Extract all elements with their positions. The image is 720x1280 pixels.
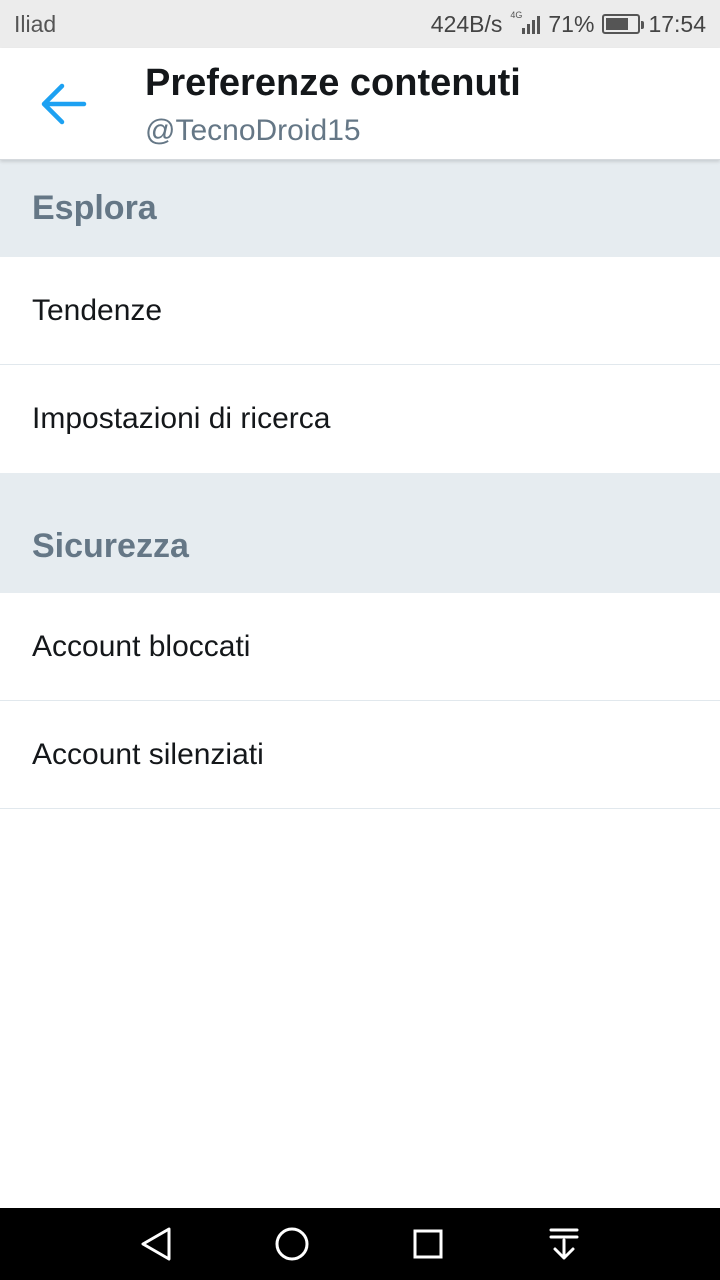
arrow-left-icon xyxy=(41,83,87,125)
status-bar: Iliad 424B/s 4G 71% 17:54 xyxy=(0,0,720,48)
signal-icon: 4G xyxy=(510,10,541,34)
list-item-account-silenziati[interactable]: Account silenziati xyxy=(0,701,720,809)
section-header-sicurezza: Sicurezza xyxy=(0,473,720,593)
list-item-account-bloccati[interactable]: Account bloccati xyxy=(0,593,720,701)
battery-percent: 71% xyxy=(548,10,595,37)
navigation-bar xyxy=(0,1208,720,1280)
status-right: 424B/s 4G 71% 17:54 xyxy=(431,11,706,38)
nav-notifications-button[interactable] xyxy=(544,1224,584,1264)
nav-recents-button[interactable] xyxy=(408,1224,448,1264)
network-type: 4G xyxy=(510,10,523,20)
triangle-back-icon xyxy=(141,1227,171,1261)
nav-back-button[interactable] xyxy=(136,1224,176,1264)
circle-home-icon xyxy=(275,1227,309,1261)
section-header-esplora: Esplora xyxy=(0,160,720,257)
network-speed: 424B/s xyxy=(430,10,503,37)
battery-icon xyxy=(602,14,645,34)
app-header: Preferenze contenuti @TecnoDroid15 xyxy=(0,48,720,160)
back-button[interactable] xyxy=(26,74,102,134)
page-title: Preferenze contenuti xyxy=(145,62,521,104)
settings-list: Esplora Tendenze Impostazioni di ricerca… xyxy=(0,160,720,809)
account-handle: @TecnoDroid15 xyxy=(145,114,361,147)
carrier-label: Iliad xyxy=(14,10,57,37)
list-item-tendenze[interactable]: Tendenze xyxy=(0,257,720,365)
clock: 17:54 xyxy=(648,10,706,37)
list-item-impostazioni-ricerca[interactable]: Impostazioni di ricerca xyxy=(0,365,720,473)
square-recents-icon xyxy=(413,1229,443,1259)
nav-home-button[interactable] xyxy=(272,1224,312,1264)
pull-down-icon xyxy=(549,1228,579,1260)
